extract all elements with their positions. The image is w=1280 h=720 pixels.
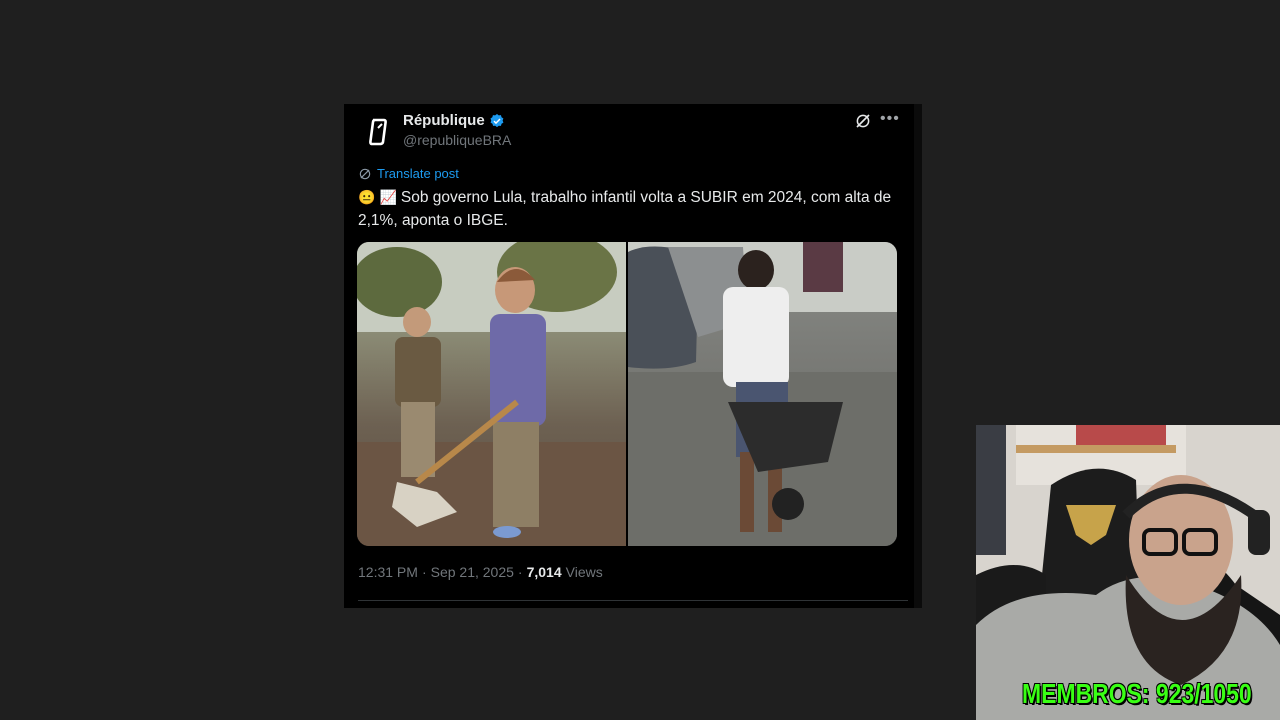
tweet-card[interactable]: République @republiqueBRA ••• Translate …: [344, 104, 922, 608]
author-handle[interactable]: @republiqueBRA: [403, 132, 511, 148]
tweet-time[interactable]: 12:31 PM: [358, 564, 418, 580]
more-options-icon[interactable]: •••: [880, 110, 900, 128]
photo-boy-wheelbarrow[interactable]: [628, 242, 897, 546]
verified-badge-icon: [490, 113, 504, 127]
neutral-face-emoji-icon: 😐: [358, 189, 376, 205]
chart-increasing-emoji-icon: 📈: [379, 189, 397, 205]
divider: [358, 600, 908, 601]
author-avatar[interactable]: [358, 112, 398, 152]
translate-post-label[interactable]: Translate post: [377, 166, 459, 181]
translate-icon: [359, 168, 371, 179]
views-count: 7,014: [526, 564, 562, 580]
author-name[interactable]: République: [403, 112, 505, 129]
author-name-text[interactable]: République: [403, 112, 485, 129]
boy-wheelbarrow-image: [628, 242, 897, 546]
tweet-date[interactable]: Sep 21, 2025: [431, 564, 514, 580]
scrollbar-track[interactable]: [914, 104, 922, 608]
grok-icon[interactable]: [854, 112, 872, 130]
webcam-overlay: [976, 425, 1280, 720]
meta-separator: ·: [517, 564, 523, 580]
tweet-media[interactable]: [357, 242, 897, 546]
views-label: Views: [565, 564, 603, 580]
meta-separator: ·: [421, 564, 427, 580]
tweet-body: Sob governo Lula, trabalho infantil volt…: [358, 189, 892, 229]
tweet-text: 😐 📈 Sob governo Lula, trabalho infantil vo…: [358, 186, 898, 232]
streamer-webcam-image: [976, 425, 1280, 720]
members-counter: MEMBROS: 923/1050: [1022, 678, 1252, 709]
translate-post-link[interactable]: Translate post: [358, 166, 459, 181]
tweet-metadata: 12:31 PM · Sep 21, 2025 · 7,014 Views: [358, 564, 603, 580]
children-working-image: [357, 242, 626, 546]
republique-logo-icon: [369, 118, 387, 146]
photo-children-working[interactable]: [357, 242, 626, 546]
